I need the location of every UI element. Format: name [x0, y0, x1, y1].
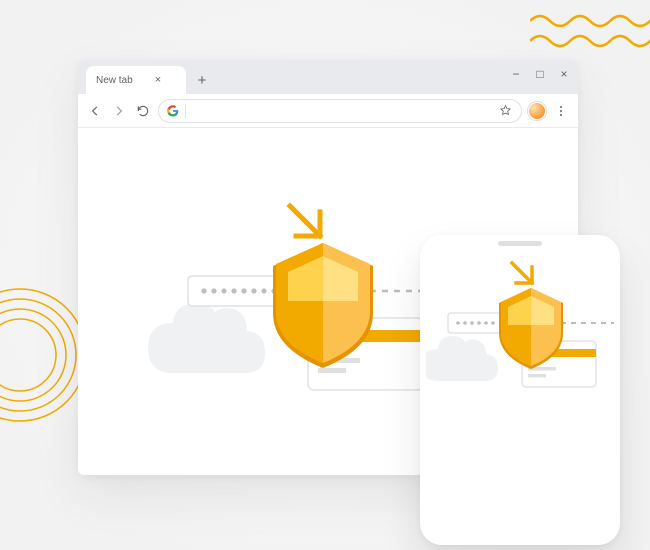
- close-button[interactable]: ×: [558, 68, 570, 80]
- google-logo-icon: [167, 105, 179, 117]
- security-illustration-small: [426, 253, 614, 413]
- forward-button[interactable]: [110, 102, 128, 120]
- bookmark-star-button[interactable]: [497, 103, 513, 119]
- omnibox[interactable]: [158, 99, 522, 123]
- omnibox-divider: [185, 104, 186, 118]
- decorative-circles: [0, 285, 90, 425]
- toolbar: [78, 94, 578, 128]
- kebab-menu-button[interactable]: [552, 102, 570, 120]
- maximize-button[interactable]: □: [534, 68, 546, 80]
- decorative-wave: [530, 6, 650, 56]
- arrow-down-right-icon: [290, 206, 320, 236]
- reload-button[interactable]: [134, 102, 152, 120]
- minimize-button[interactable]: −: [510, 68, 522, 80]
- arrow-down-right-icon: [512, 263, 532, 283]
- window-controls: − □ ×: [510, 68, 570, 80]
- phone-content: [420, 235, 620, 545]
- tab-title: New tab: [96, 75, 133, 86]
- new-tab-button[interactable]: +: [190, 68, 214, 92]
- tab-close-button[interactable]: ×: [155, 74, 161, 86]
- tab-strip: New tab × + − □ ×: [78, 60, 578, 94]
- profile-avatar[interactable]: [528, 102, 546, 120]
- phone-mock: [420, 235, 620, 545]
- back-button[interactable]: [86, 102, 104, 120]
- cloud-icon: [148, 303, 265, 373]
- browser-tab[interactable]: New tab ×: [86, 66, 186, 94]
- address-input[interactable]: [192, 105, 491, 117]
- cloud-icon: [426, 336, 498, 381]
